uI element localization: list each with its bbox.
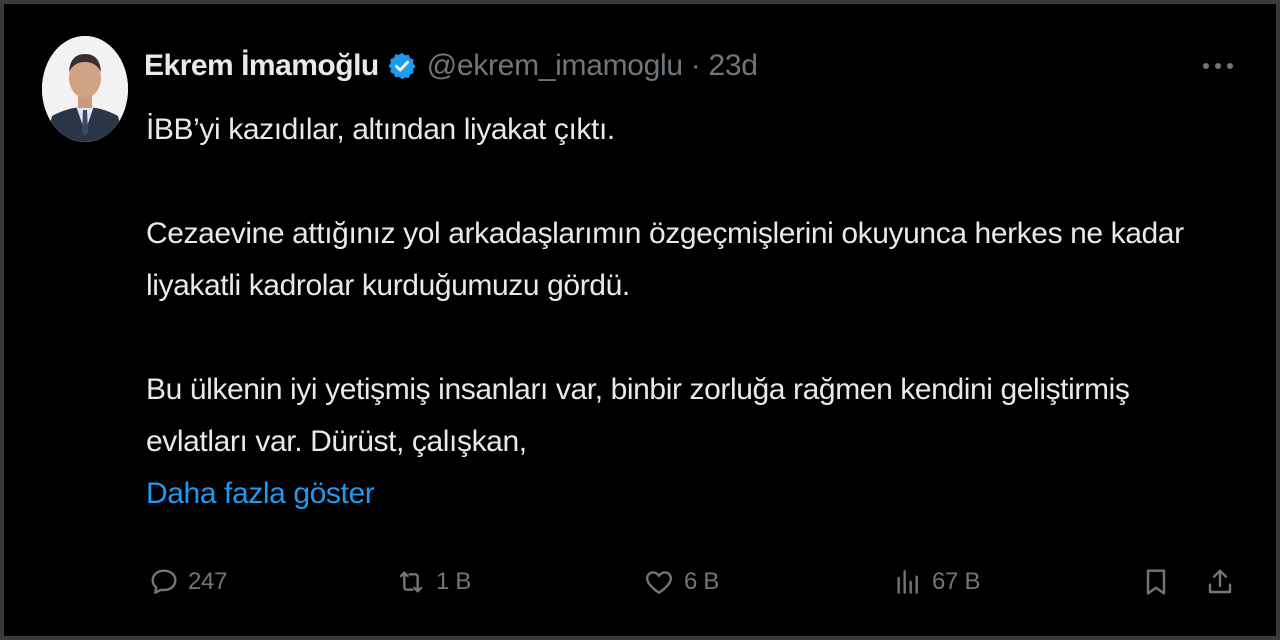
bar-chart-icon — [892, 566, 924, 598]
views-button[interactable]: 67 B — [892, 560, 980, 604]
bookmark-icon — [1140, 565, 1172, 599]
tweet-paragraph: Cezaevine attığınız yol arkadaşlarımın ö… — [146, 217, 1184, 302]
like-count: 6 B — [684, 568, 720, 595]
repost-count: 1 B — [436, 568, 472, 595]
tweet-paragraph: Bu ülkenin iyi yetişmiş insanları var, b… — [146, 373, 1130, 458]
tweet-actions: 247 1 B 6 B 67 B — [144, 560, 1244, 604]
view-count: 67 B — [932, 568, 981, 595]
share-icon — [1204, 565, 1236, 599]
bookmark-button[interactable] — [1140, 560, 1172, 604]
tweet-paragraph: İBB’yi kazıdılar, altından liyakat çıktı… — [146, 113, 615, 146]
heart-icon — [642, 566, 676, 598]
repost-button[interactable]: 1 B — [394, 560, 471, 604]
reply-button[interactable]: 247 — [148, 560, 227, 604]
tweet-header: Ekrem İmamoğlu @ekrem_imamoglu · 23d — [144, 42, 758, 90]
avatar-photo — [42, 36, 128, 142]
tweet-text: İBB’yi kazıdılar, altından liyakat çıktı… — [146, 104, 1236, 520]
avatar[interactable] — [42, 36, 128, 142]
tweet-timestamp[interactable]: 23d — [709, 49, 758, 83]
reply-count: 247 — [188, 568, 228, 595]
author-handle[interactable]: @ekrem_imamoglu — [427, 49, 683, 83]
verified-badge-icon — [387, 51, 417, 81]
share-button[interactable] — [1204, 560, 1236, 604]
tweet-card: Ekrem İmamoğlu @ekrem_imamoglu · 23d İBB… — [0, 0, 1280, 640]
show-more-link[interactable]: Daha fazla göster — [146, 477, 375, 510]
separator-dot: · — [690, 49, 701, 82]
comment-icon — [148, 566, 180, 598]
like-button[interactable]: 6 B — [642, 560, 719, 604]
author-name[interactable]: Ekrem İmamoğlu — [144, 49, 379, 83]
repost-icon — [394, 566, 428, 598]
more-dots-icon[interactable] — [1198, 48, 1238, 84]
